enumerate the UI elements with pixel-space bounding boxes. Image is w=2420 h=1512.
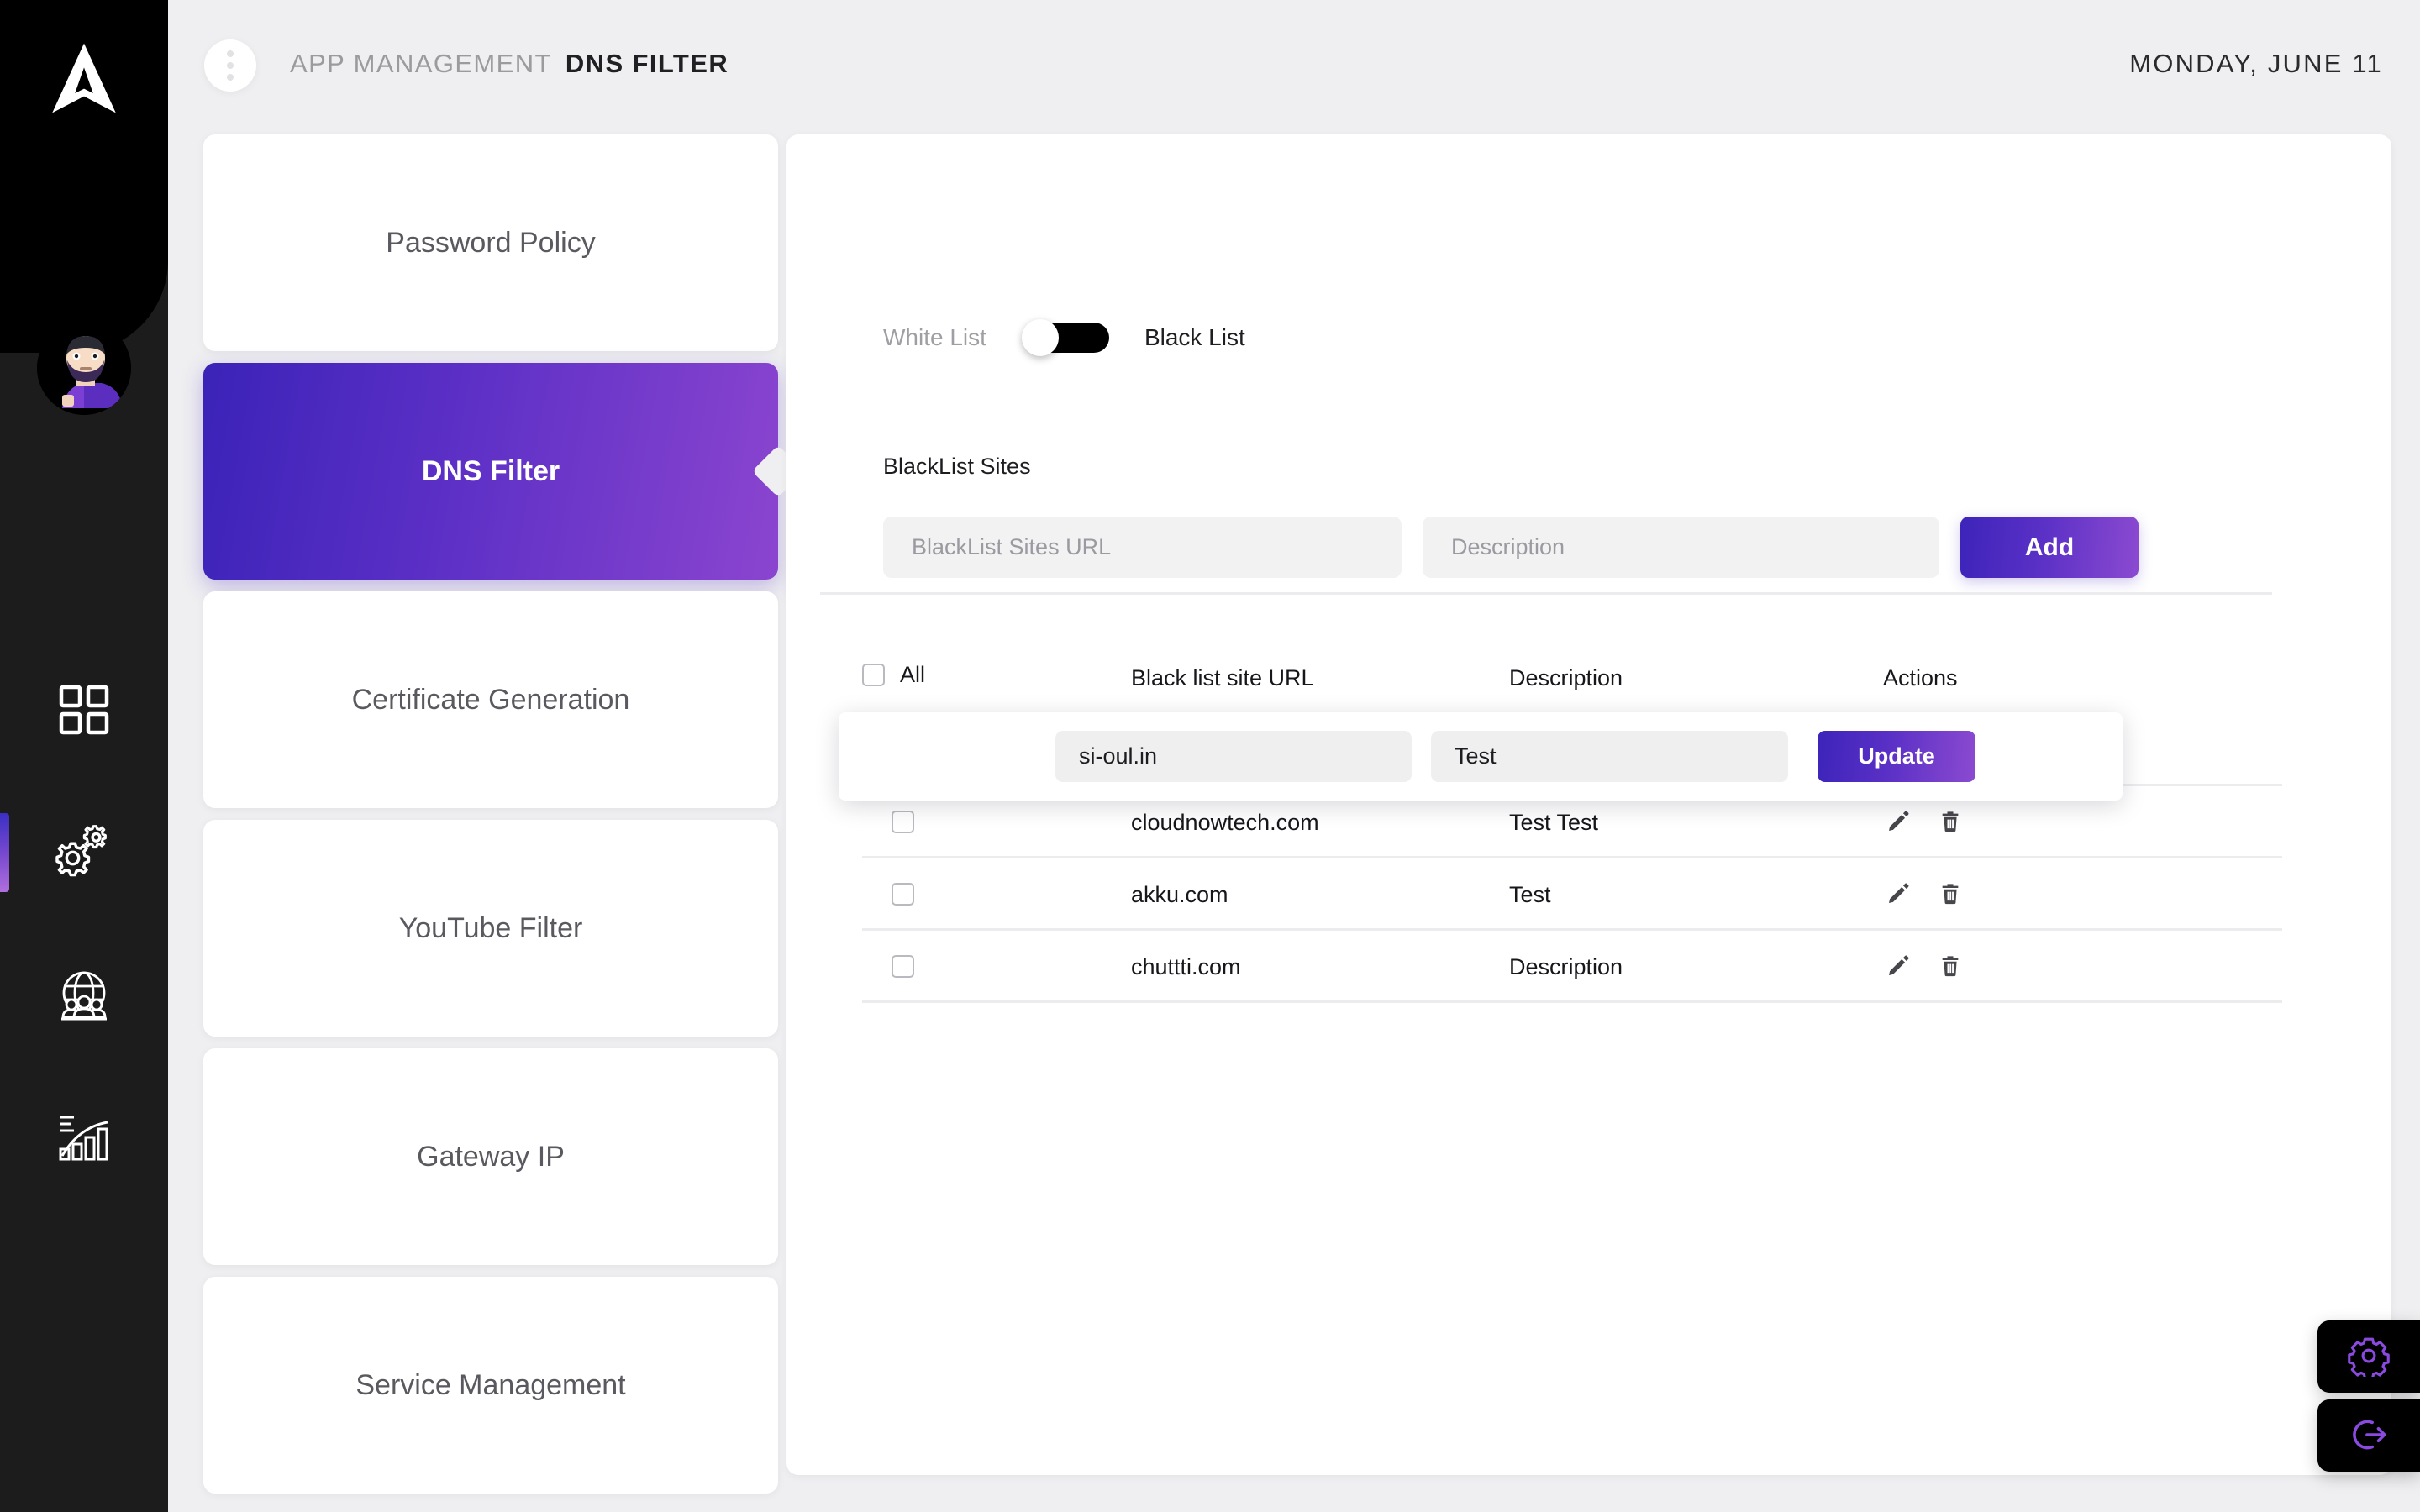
menu-item-label: Service Management bbox=[355, 1368, 626, 1401]
pencil-edit-icon[interactable] bbox=[1883, 806, 1913, 837]
menu-item-service-management[interactable]: Service Management bbox=[203, 1277, 778, 1494]
page-header: APP MANAGEMENT DNS FILTER MONDAY, JUNE 11 bbox=[168, 0, 2420, 141]
switch-knob bbox=[1021, 319, 1059, 356]
select-all-checkbox[interactable] bbox=[862, 664, 885, 686]
form-section-label: BlackList Sites bbox=[883, 454, 1031, 479]
select-all-label: All bbox=[900, 662, 926, 687]
trash-delete-icon[interactable] bbox=[1935, 951, 1965, 981]
table-header-row: All Black list site URL Description Acti… bbox=[862, 647, 2282, 714]
settings-menu-list: Password Policy DNS Filter Certificate G… bbox=[203, 134, 778, 1505]
sidebar-item-users[interactable] bbox=[0, 924, 168, 1067]
pencil-edit-icon[interactable] bbox=[1883, 879, 1913, 909]
logout-icon bbox=[2348, 1414, 2390, 1458]
menu-item-label: Password Policy bbox=[386, 226, 596, 259]
globe-users-icon bbox=[56, 969, 112, 1022]
list-mode-switch[interactable] bbox=[1021, 319, 1109, 356]
menu-item-dns-filter[interactable]: DNS Filter bbox=[203, 363, 778, 580]
kebab-dot bbox=[227, 74, 234, 81]
pencil-edit-icon[interactable] bbox=[1883, 951, 1913, 981]
menu-item-label: YouTube Filter bbox=[398, 911, 583, 944]
settings-fab[interactable] bbox=[2317, 1320, 2420, 1393]
sidebar-item-settings[interactable] bbox=[0, 781, 168, 924]
add-button[interactable]: Add bbox=[1960, 517, 2139, 578]
white-list-label: White List bbox=[883, 324, 986, 350]
blacklist-url-input[interactable] bbox=[883, 517, 1402, 578]
select-all-cell: All bbox=[862, 662, 925, 688]
black-list-label: Black List bbox=[1144, 324, 1245, 350]
current-date: MONDAY, JUNE 11 bbox=[2129, 49, 2383, 78]
grid-dashboard-icon bbox=[58, 684, 110, 736]
row-url: cloudnowtech.com bbox=[1131, 810, 1319, 835]
menu-item-label: Certificate Generation bbox=[351, 683, 630, 716]
row-checkbox[interactable] bbox=[892, 955, 914, 978]
column-header-url: Black list site URL bbox=[1131, 665, 1314, 690]
avatar[interactable] bbox=[37, 321, 131, 415]
trash-delete-icon[interactable] bbox=[1935, 806, 1965, 837]
breadcrumb-current: DNS FILTER bbox=[565, 49, 729, 78]
row-description: Test bbox=[1509, 882, 1551, 907]
update-button[interactable]: Update bbox=[1818, 731, 1975, 782]
logout-fab[interactable] bbox=[2317, 1399, 2420, 1472]
row-url: akku.com bbox=[1131, 882, 1228, 907]
row-description: Test Test bbox=[1509, 810, 1599, 835]
kebab-menu-button[interactable] bbox=[204, 39, 256, 92]
row-url: chuttti.com bbox=[1131, 954, 1241, 979]
menu-item-certificate-generation[interactable]: Certificate Generation bbox=[203, 591, 778, 808]
inline-edit-row: Update bbox=[839, 712, 2123, 801]
row-checkbox[interactable] bbox=[892, 883, 914, 906]
menu-item-label: Gateway IP bbox=[417, 1140, 565, 1173]
active-indicator bbox=[0, 813, 9, 892]
list-mode-toggle-row: White List Black List bbox=[883, 319, 1245, 356]
trash-delete-icon[interactable] bbox=[1935, 879, 1965, 909]
breadcrumb-parent: APP MANAGEMENT bbox=[290, 49, 552, 78]
bar-chart-icon bbox=[57, 1112, 111, 1164]
dns-filter-panel: White List Black List BlackList Sites Ad… bbox=[786, 134, 2391, 1475]
sidebar-item-dashboard[interactable] bbox=[0, 638, 168, 781]
row-checkbox[interactable] bbox=[892, 811, 914, 833]
column-header-actions: Actions bbox=[1883, 665, 1958, 690]
blacklist-table: All Black list site URL Description Acti… bbox=[862, 647, 2282, 1003]
floating-action-stack bbox=[2317, 1320, 2420, 1472]
row-actions bbox=[1883, 806, 1965, 837]
sidebar-item-reports[interactable] bbox=[0, 1067, 168, 1210]
menu-item-password-policy[interactable]: Password Policy bbox=[203, 134, 778, 351]
breadcrumb: APP MANAGEMENT DNS FILTER bbox=[290, 49, 729, 79]
kebab-dot bbox=[227, 50, 234, 57]
edit-description-input[interactable] bbox=[1431, 731, 1788, 782]
section-divider bbox=[820, 592, 2272, 595]
row-description: Description bbox=[1509, 954, 1623, 979]
menu-item-gateway-ip[interactable]: Gateway IP bbox=[203, 1048, 778, 1265]
gears-settings-icon bbox=[54, 825, 114, 880]
table-row: akku.com Test bbox=[862, 858, 2282, 931]
left-rail bbox=[0, 0, 168, 1512]
gear-settings-icon bbox=[2348, 1335, 2390, 1379]
menu-item-youtube-filter[interactable]: YouTube Filter bbox=[203, 820, 778, 1037]
menu-item-label: DNS Filter bbox=[421, 454, 560, 487]
column-header-description: Description bbox=[1509, 665, 1623, 690]
row-actions bbox=[1883, 951, 1965, 981]
arrow-logo-icon bbox=[46, 40, 122, 116]
rail-nav bbox=[0, 638, 168, 1210]
blacklist-description-input[interactable] bbox=[1423, 517, 1939, 578]
edit-url-input[interactable] bbox=[1055, 731, 1412, 782]
kebab-dot bbox=[227, 62, 234, 69]
table-row: chuttti.com Description bbox=[862, 931, 2282, 1003]
row-actions bbox=[1883, 879, 1965, 909]
